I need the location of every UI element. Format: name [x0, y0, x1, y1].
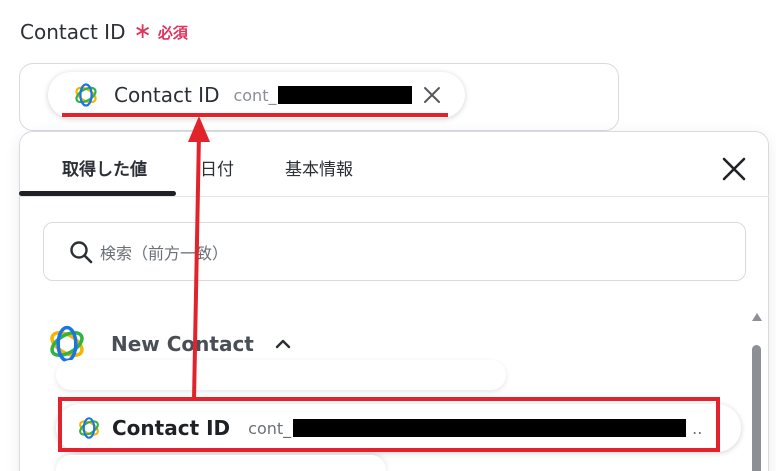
list-item-partial	[56, 360, 506, 390]
app-logo-icon	[72, 81, 100, 109]
page: Contact ID ∗ 必須 Contact ID cont_ 取得した値 日…	[0, 0, 776, 471]
field-label: Contact ID	[20, 20, 126, 44]
highlight-box	[58, 397, 720, 452]
search-icon	[68, 239, 94, 265]
chevron-up-icon[interactable]	[274, 335, 292, 353]
list-item-partial	[56, 455, 386, 471]
scrollbar-thumb[interactable]	[752, 345, 761, 471]
tab-basic-info[interactable]: 基本情報	[285, 155, 353, 180]
tab-bar: 取得した値 日付 基本情報	[19, 131, 769, 197]
field-label-row: Contact ID ∗ 必須	[20, 20, 188, 44]
active-tab-indicator	[19, 191, 176, 196]
panel-close-icon[interactable]	[721, 156, 747, 182]
search-input[interactable]: 検索（前方一致）	[43, 222, 746, 281]
chip-label: Contact ID	[114, 83, 220, 107]
highlight-underline	[62, 113, 448, 117]
redacted-value	[278, 86, 413, 104]
chip-value-prefix: cont_	[233, 85, 277, 105]
scroll-up-arrow-icon[interactable]	[751, 308, 763, 321]
selected-value-chip[interactable]: Contact ID cont_	[48, 72, 465, 118]
close-icon[interactable]	[422, 85, 442, 105]
required-mark: ∗	[133, 19, 152, 44]
annotation-arrow-icon	[188, 116, 210, 401]
tab-retrieved-values[interactable]: 取得した値	[62, 155, 147, 180]
required-text: 必須	[157, 23, 188, 42]
